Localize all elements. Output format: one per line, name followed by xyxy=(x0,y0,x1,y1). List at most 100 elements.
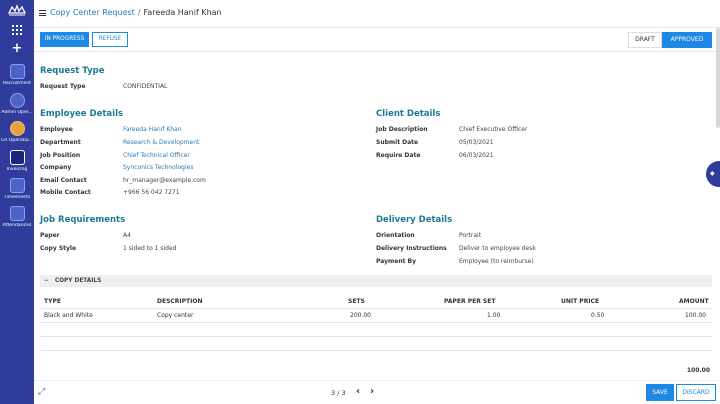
page-scrollbar[interactable] xyxy=(716,28,720,128)
field-employee[interactable]: Employee Fareeda Hanif Khan xyxy=(40,125,340,134)
cell-sets[interactable]: 200.00 xyxy=(350,312,371,319)
col-header-paper-per-set[interactable]: PAPER PER SET xyxy=(444,298,495,305)
field-orientation[interactable]: Orientation Portrait xyxy=(376,231,696,240)
field-label: Paper xyxy=(40,232,60,239)
field-value: CONFIDENTIAL xyxy=(123,83,168,90)
field-value: Portrait xyxy=(459,232,482,239)
field-delivery-instructions[interactable]: Delivery Instructions Deliver to employe… xyxy=(376,244,696,253)
cell-paper-per-set[interactable]: 1.00 xyxy=(487,312,500,319)
top-bar: Copy Center Request / Fareeda Hanif Khan xyxy=(34,0,720,28)
save-button[interactable]: SAVE xyxy=(646,384,674,401)
cell-type[interactable]: Black and White xyxy=(44,312,93,319)
field-copy-style[interactable]: Copy Style 1 sided to 1 sided xyxy=(40,244,340,253)
breadcrumb-separator: / xyxy=(137,8,141,17)
cr-operations-icon xyxy=(9,121,25,136)
col-header-amount[interactable]: AMOUNT xyxy=(679,298,709,305)
sidebar-app-cr-operations[interactable]: CR Operatio... xyxy=(0,121,34,143)
sidebar-app-invoicing[interactable]: Invoicing xyxy=(0,150,34,172)
col-header-type[interactable]: TYPE xyxy=(44,298,61,305)
field-value: Employee (to reimburse) xyxy=(459,258,534,265)
field-label: Department xyxy=(40,139,81,146)
company-logo-icon[interactable] xyxy=(7,4,27,16)
field-label: Job Position xyxy=(40,152,81,159)
record-pager: 3 / 3 xyxy=(331,389,346,397)
sidebar-app-label: Recruitment xyxy=(2,81,32,86)
refuse-button[interactable]: REFUSE xyxy=(92,32,128,47)
app-menu-grid-icon[interactable] xyxy=(12,25,22,35)
field-value[interactable]: Research & Development xyxy=(123,138,199,147)
sidebar-app-attendances[interactable]: Attendances xyxy=(0,206,34,228)
next-record-icon[interactable]: › xyxy=(370,386,374,398)
field-mobile-contact[interactable]: Mobile Contact +966 56 042 7271 xyxy=(40,188,340,197)
field-value: hr_manager@example.com xyxy=(123,177,206,184)
field-label: Delivery Instructions xyxy=(376,245,447,252)
field-value[interactable]: Fareeda Hanif Khan xyxy=(123,125,182,134)
field-paper[interactable]: Paper A4 xyxy=(40,231,340,240)
copy-details-total: 100.00 xyxy=(686,367,710,374)
field-label: Company xyxy=(40,164,72,171)
col-header-description[interactable]: DESCRIPTION xyxy=(157,298,203,305)
field-request-type[interactable]: Request Type CONFIDENTIAL xyxy=(40,82,340,91)
sidebar-app-label: Invoicing xyxy=(6,167,28,172)
client-details-title: Client Details xyxy=(376,109,441,119)
field-submit-date[interactable]: Submit Date 05/03/2021 xyxy=(376,138,696,147)
cell-amount[interactable]: 100.00 xyxy=(685,312,706,319)
field-payment-by[interactable]: Payment By Employee (to reimburse) xyxy=(376,257,696,266)
create-plus-icon[interactable]: + xyxy=(0,42,34,56)
field-job-description[interactable]: Job Description Chief Executive Officer xyxy=(376,125,696,134)
stage-approved[interactable]: APPROVED xyxy=(662,32,712,48)
field-value[interactable]: Chief Technical Officer xyxy=(123,151,190,160)
field-value: A4 xyxy=(123,232,131,239)
field-label: Payment By xyxy=(376,258,417,265)
copy-details-header[interactable]: − COPY DETAILS xyxy=(40,275,712,287)
form-sheet: Request Type Request Type CONFIDENTIAL E… xyxy=(34,53,714,380)
sidebar-app-recruitment[interactable]: Recruitment xyxy=(0,64,34,86)
invoicing-icon xyxy=(9,150,25,165)
app-sidebar: + Recruitment Admin Oper... CR Operatio.… xyxy=(0,0,34,404)
delivery-details-title: Delivery Details xyxy=(376,215,453,225)
collapse-minus-icon[interactable]: − xyxy=(44,275,49,287)
field-email-contact[interactable]: Email Contact hr_manager@example.com xyxy=(40,176,340,185)
timesheets-icon xyxy=(9,178,25,193)
field-job-position[interactable]: Job Position Chief Technical Officer xyxy=(40,151,340,160)
breadcrumb: Copy Center Request / Fareeda Hanif Khan xyxy=(50,8,222,17)
table-row-divider xyxy=(40,322,712,323)
table-row-divider xyxy=(40,350,712,351)
field-label: Request Type xyxy=(40,83,86,90)
field-require-date[interactable]: Require Date 06/03/2021 xyxy=(376,151,696,160)
breadcrumb-current: Fareeda Hanif Khan xyxy=(143,8,222,17)
cell-description[interactable]: Copy center xyxy=(157,312,193,319)
field-label: Employee xyxy=(40,126,73,133)
copy-details-title: COPY DETAILS xyxy=(54,278,102,284)
previous-record-icon[interactable]: ‹ xyxy=(356,386,360,398)
expand-icon[interactable]: ⤢ xyxy=(38,387,45,397)
field-value: 05/03/2021 xyxy=(459,139,494,146)
breadcrumb-parent-link[interactable]: Copy Center Request xyxy=(50,8,135,17)
table-row-divider xyxy=(40,336,712,337)
cell-unit-price[interactable]: 0.50 xyxy=(591,312,604,319)
in-progress-button[interactable]: IN PROGRESS xyxy=(40,32,89,47)
table-header-divider xyxy=(40,308,712,309)
sidebar-app-admin[interactable]: Admin Oper... xyxy=(0,93,34,115)
admin-icon xyxy=(9,93,25,108)
employee-details-title: Employee Details xyxy=(40,109,124,119)
request-type-title: Request Type xyxy=(40,66,105,76)
stage-draft[interactable]: DRAFT xyxy=(628,32,662,48)
sidebar-app-label: Timesheets xyxy=(3,195,31,200)
menu-toggle-icon[interactable] xyxy=(39,10,46,16)
field-label: Copy Style xyxy=(40,245,77,252)
field-label: Require Date xyxy=(376,152,421,159)
col-header-sets[interactable]: SETS xyxy=(348,298,365,305)
job-requirements-title: Job Requirements xyxy=(40,215,126,225)
field-label: Job Description xyxy=(376,126,428,133)
field-value[interactable]: Synconics Technologies xyxy=(123,163,193,172)
field-company[interactable]: Company Synconics Technologies xyxy=(40,163,340,172)
discard-button[interactable]: DISCARD xyxy=(676,384,716,401)
field-value: 06/03/2021 xyxy=(459,152,494,159)
field-label: Mobile Contact xyxy=(40,189,91,196)
field-value: 1 sided to 1 sided xyxy=(123,245,177,252)
field-department[interactable]: Department Research & Development xyxy=(40,138,340,147)
col-header-unit-price[interactable]: UNIT PRICE xyxy=(561,298,599,305)
sidebar-app-timesheets[interactable]: Timesheets xyxy=(0,178,34,200)
field-value: Chief Executive Officer xyxy=(459,126,528,133)
